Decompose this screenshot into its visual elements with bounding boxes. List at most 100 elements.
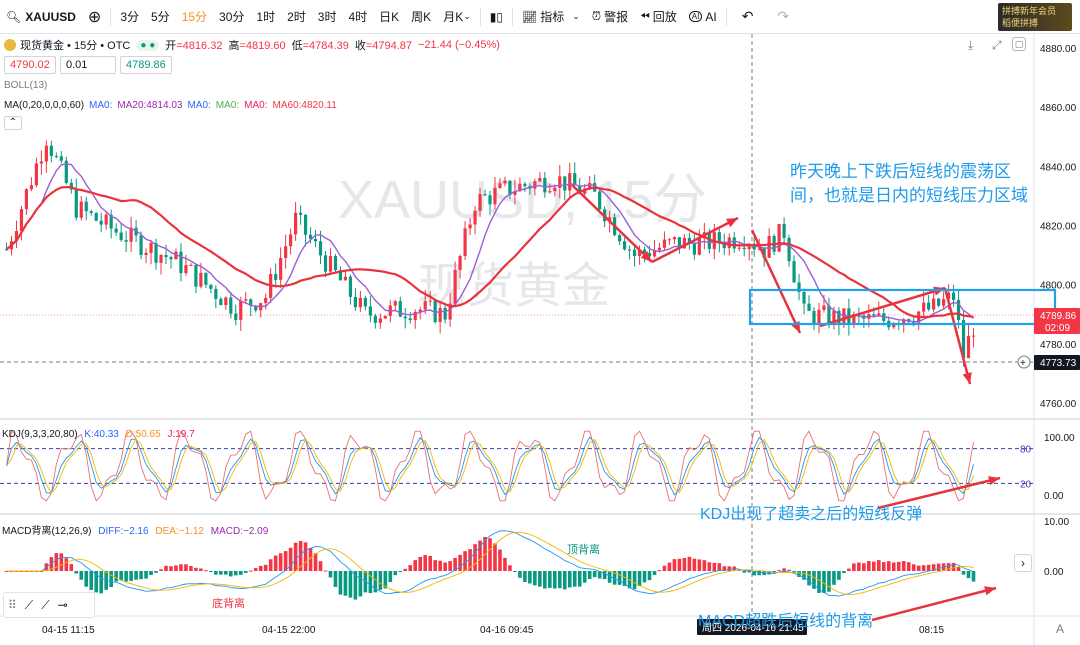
macd-bar <box>263 564 268 571</box>
maximize-icon[interactable]: ▢ <box>1012 37 1026 51</box>
macd-bar <box>617 571 622 585</box>
macd-bar <box>149 571 153 575</box>
macd-bar <box>961 571 966 575</box>
ma-item-0: MA0: <box>89 100 113 111</box>
macd-bar <box>69 564 74 571</box>
candle-body <box>493 187 497 205</box>
macd-bar <box>528 571 532 584</box>
macd-bar <box>488 538 492 571</box>
macd-bar <box>707 562 712 571</box>
candle-body <box>29 185 34 190</box>
boll-label[interactable]: BOLL(13) <box>4 80 47 91</box>
grid <box>0 34 1080 645</box>
annotation-macd: MACD超跌后短线的背离 <box>698 613 874 630</box>
drag-handle-icon[interactable]: ⠿ <box>8 598 17 612</box>
macd-bar <box>129 571 133 581</box>
horizontal-line-icon[interactable]: ⊸ <box>58 598 68 612</box>
kdj-legend[interactable]: KDJ(9,3,3,20,80) K:40.33 D:50.65 J:19.7 <box>2 429 195 440</box>
sell-price-button[interactable]: 4790.02 <box>4 56 56 74</box>
macd-bar <box>652 571 657 575</box>
macd-legend[interactable]: MACD背离(12,26,9) DIFF:−2.16 DEA:−1.12 MAC… <box>2 522 268 537</box>
candle-body <box>343 276 348 281</box>
macd-bar <box>283 551 288 571</box>
macd-bar <box>109 571 113 588</box>
price-tick-0: 4880.00 <box>1040 44 1077 55</box>
macd-bar <box>428 555 432 571</box>
ma-item-4: MA0: <box>244 100 268 111</box>
macd-bar <box>702 560 707 571</box>
candle-body <box>483 194 487 196</box>
macd-value: MACD:−2.09 <box>210 526 269 537</box>
collapse-legend-icon[interactable]: ⌃ <box>4 116 22 130</box>
candle-body <box>59 156 63 161</box>
chevron-right-icon[interactable]: › <box>1014 554 1032 572</box>
candle-body <box>632 249 637 257</box>
candle-body <box>383 315 387 319</box>
kdj-tick-0: 100.00 <box>1044 433 1075 444</box>
candle-body <box>368 306 372 316</box>
candle-body <box>697 238 701 255</box>
candle-body <box>942 299 946 306</box>
candle-body <box>563 176 567 191</box>
candle-body <box>363 297 367 307</box>
macd-bar <box>194 567 198 571</box>
macd-bar <box>602 571 607 580</box>
macd-bar <box>209 571 213 572</box>
trendline-icon[interactable]: ⟋ <box>25 598 33 613</box>
macd-bar <box>747 571 751 573</box>
macd-bar <box>54 553 59 571</box>
macd-bar <box>572 571 577 587</box>
fullscreen-icon[interactable]: ⤢ <box>992 38 1002 53</box>
candle-body <box>468 224 472 229</box>
macd-bar <box>692 558 697 571</box>
candle-body <box>39 161 43 164</box>
candle-body <box>732 237 736 249</box>
macd-bar <box>891 562 896 571</box>
macd-bar <box>682 558 687 571</box>
price-tick-6: 4760.00 <box>1040 399 1077 410</box>
candle-body <box>558 176 562 188</box>
candle-body <box>234 313 238 320</box>
ma-item-5: MA60:4820.11 <box>272 100 337 111</box>
candle-body <box>782 224 786 238</box>
ray-icon[interactable]: ⟋ <box>41 598 49 613</box>
macd-bar <box>258 565 263 571</box>
auto-scale-button[interactable]: A <box>1056 622 1064 636</box>
candle-body <box>179 251 183 274</box>
macd-bar <box>503 557 507 571</box>
candle-body <box>144 252 148 256</box>
price-tick-2: 4840.00 <box>1040 162 1077 173</box>
price-tick-4: 4800.00 <box>1040 281 1077 292</box>
legend-low: 低=4784.39 <box>291 40 349 52</box>
candle-body <box>279 258 283 280</box>
macd-bar <box>538 571 542 587</box>
macd-bar <box>647 571 652 581</box>
macd-bar <box>672 559 677 571</box>
macd-bar <box>966 571 971 579</box>
buy-price-button[interactable]: 4789.86 <box>120 56 172 74</box>
candle-body <box>692 243 696 255</box>
candle-body <box>313 238 318 242</box>
spread-input[interactable]: 0.01 <box>60 56 116 74</box>
macd-bar <box>248 570 253 572</box>
candle-body <box>219 298 223 306</box>
macd-bar <box>727 566 732 571</box>
macd-bar <box>518 571 522 578</box>
candle-body <box>318 241 323 256</box>
candle-body <box>408 318 412 321</box>
macd-bar <box>398 571 403 573</box>
candle-body <box>323 255 328 272</box>
macd-bar <box>881 562 886 571</box>
pin-icon[interactable]: ⤓ <box>968 38 973 53</box>
ma-legend[interactable]: MA(0,20,0,0,0,60) MA0: MA20:4814.03 MA0: MA0… <box>4 100 337 111</box>
candle-body <box>84 201 88 212</box>
macd-bar <box>827 571 831 592</box>
pressure-zone-box <box>748 288 1057 326</box>
kdj-k: K:40.33 <box>84 429 119 440</box>
macd-bar <box>742 571 747 573</box>
candle-body <box>373 315 377 323</box>
macd-bar <box>936 563 941 571</box>
legend-high: 高=4819.60 <box>228 40 286 52</box>
candle-body <box>747 246 751 250</box>
chart-canvas[interactable]: XAUUSD, 15分 现货黄金 4880.004860.004840.0048… <box>0 0 1080 645</box>
